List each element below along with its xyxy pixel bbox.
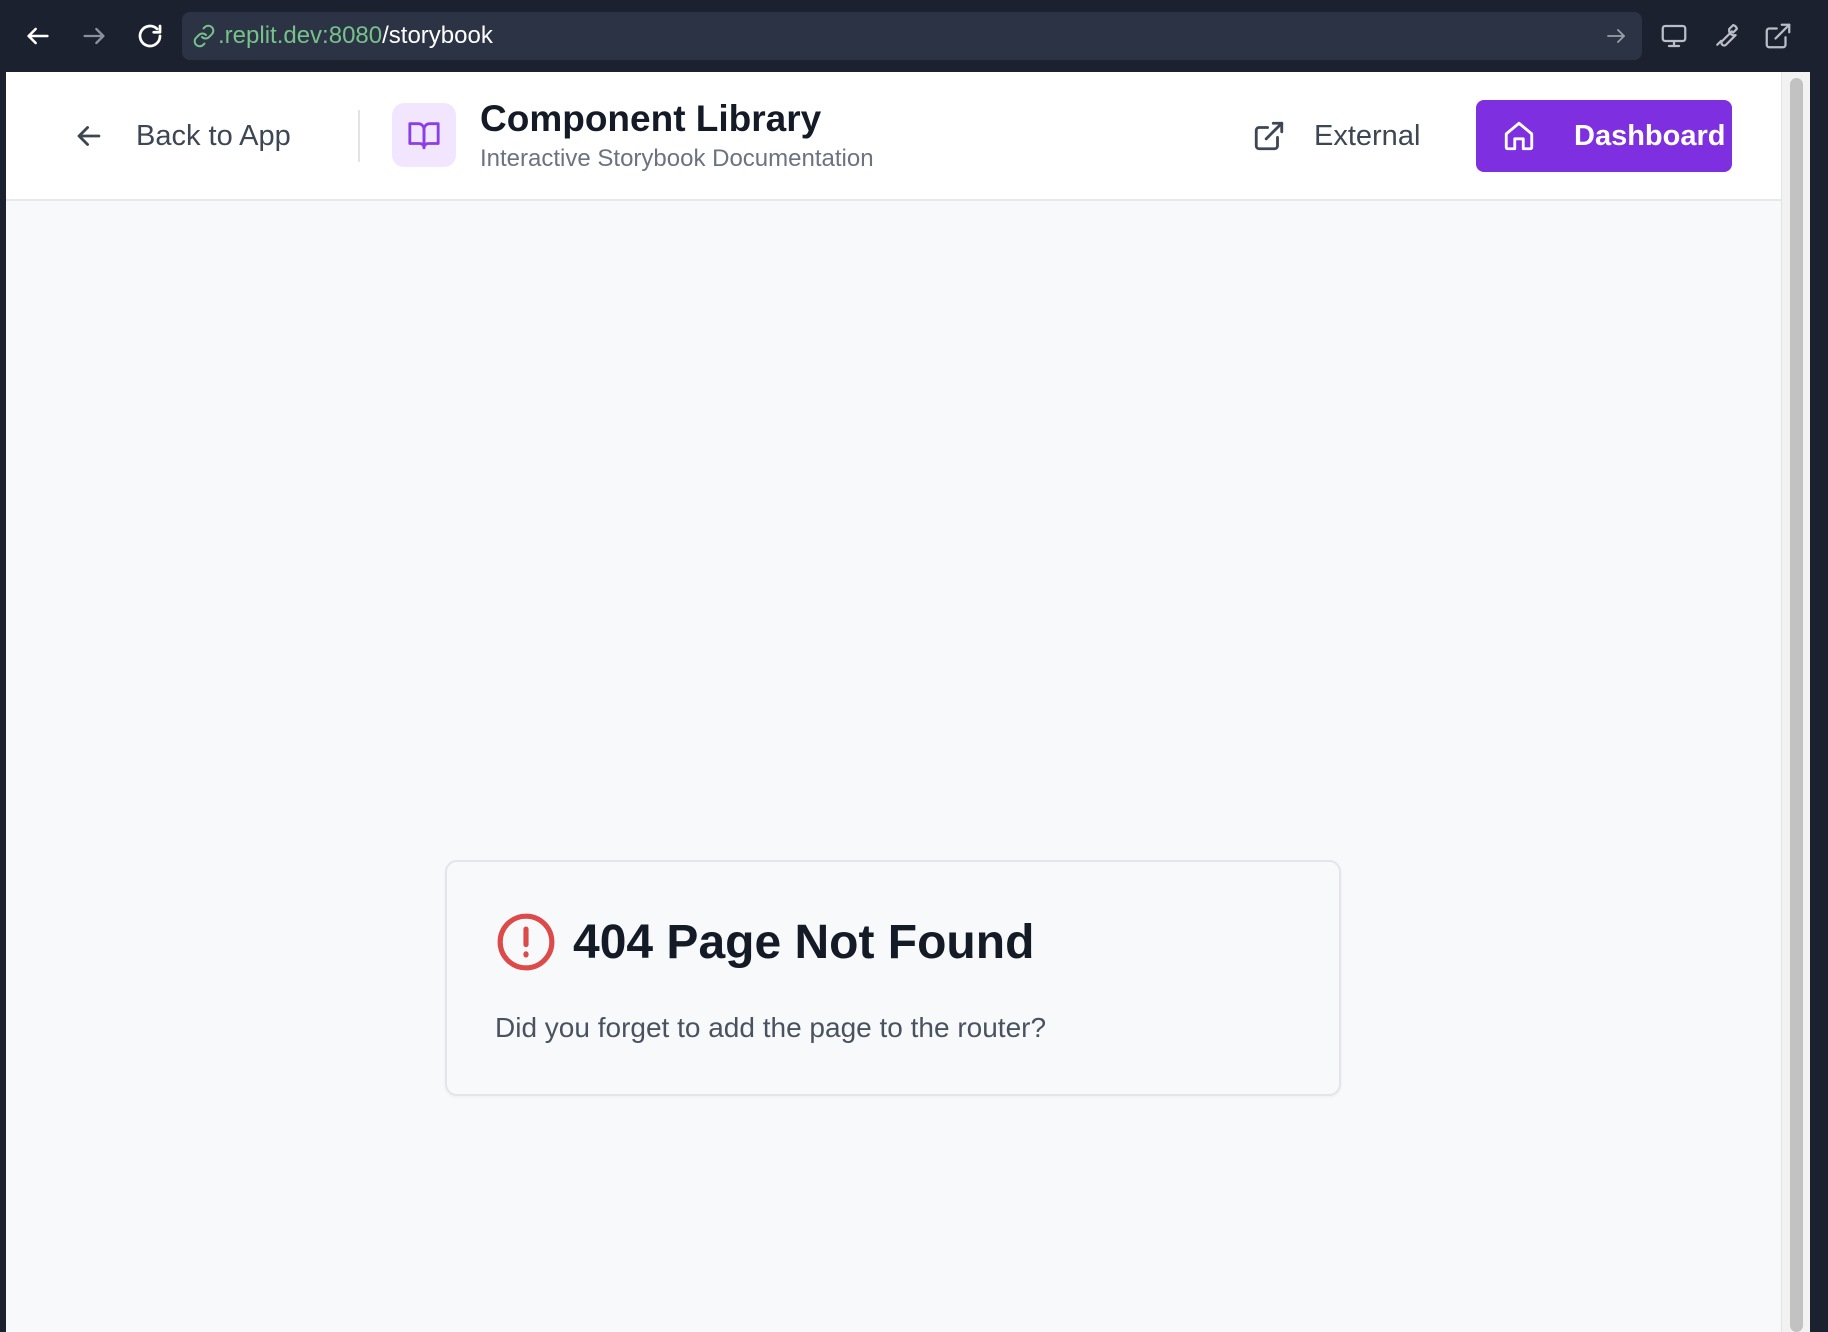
scrollbar-thumb[interactable] bbox=[1790, 78, 1803, 1332]
browser-reload-button[interactable] bbox=[128, 14, 172, 58]
page-viewport: Back to App Component Library Interactiv… bbox=[6, 72, 1781, 1332]
header-divider bbox=[358, 110, 360, 162]
external-button[interactable]: External bbox=[1252, 110, 1420, 162]
app-header: Back to App Component Library Interactiv… bbox=[6, 72, 1781, 201]
link-icon bbox=[193, 24, 215, 48]
arrow-left-icon bbox=[77, 126, 101, 146]
not-found-heading: 404 Page Not Found bbox=[495, 910, 1034, 974]
open-new-tab-button[interactable] bbox=[1756, 14, 1800, 58]
browser-toolbar: .replit.dev:8080/storybook bbox=[0, 0, 1828, 72]
window-edge bbox=[1810, 72, 1828, 1332]
arrow-right-icon bbox=[83, 27, 105, 45]
url-path: /storybook bbox=[382, 22, 493, 49]
url-text: .replit.dev:8080/storybook bbox=[218, 12, 493, 60]
go-arrow-icon[interactable] bbox=[1604, 24, 1628, 48]
external-link-icon bbox=[1765, 23, 1791, 49]
wrench-icon bbox=[1716, 24, 1738, 47]
back-to-app-label: Back to App bbox=[136, 119, 291, 152]
address-bar[interactable]: .replit.dev:8080/storybook bbox=[182, 12, 1642, 60]
devices-button[interactable] bbox=[1652, 14, 1696, 58]
back-to-app-link[interactable]: Back to App bbox=[72, 110, 291, 162]
page-subtitle: Interactive Storybook Documentation bbox=[480, 145, 874, 172]
not-found-card: 404 Page Not Found Did you forget to add… bbox=[445, 860, 1341, 1096]
not-found-message: Did you forget to add the page to the ro… bbox=[495, 1012, 1047, 1043]
header-title-block: Component Library Interactive Storybook … bbox=[480, 96, 874, 176]
book-open-icon bbox=[408, 122, 440, 150]
scrollbar[interactable] bbox=[1781, 72, 1810, 1332]
dashboard-button[interactable]: Dashboard bbox=[1476, 100, 1732, 172]
alert-circle-icon bbox=[497, 913, 555, 971]
devtools-button[interactable] bbox=[1704, 14, 1748, 58]
arrow-left-icon bbox=[27, 27, 49, 45]
monitor-icon bbox=[1661, 24, 1687, 48]
browser-back-button[interactable] bbox=[16, 14, 60, 58]
external-label: External bbox=[1314, 119, 1421, 152]
library-logo bbox=[392, 103, 456, 167]
browser-forward-button[interactable] bbox=[72, 14, 116, 58]
home-icon bbox=[1504, 121, 1534, 151]
reload-icon bbox=[138, 24, 162, 48]
external-link-icon bbox=[1254, 121, 1284, 151]
page-title: Component Library bbox=[480, 98, 822, 139]
url-host: .replit.dev:8080 bbox=[218, 22, 383, 49]
dashboard-label: Dashboard bbox=[1574, 119, 1726, 152]
not-found-title: 404 Page Not Found bbox=[573, 915, 1035, 969]
